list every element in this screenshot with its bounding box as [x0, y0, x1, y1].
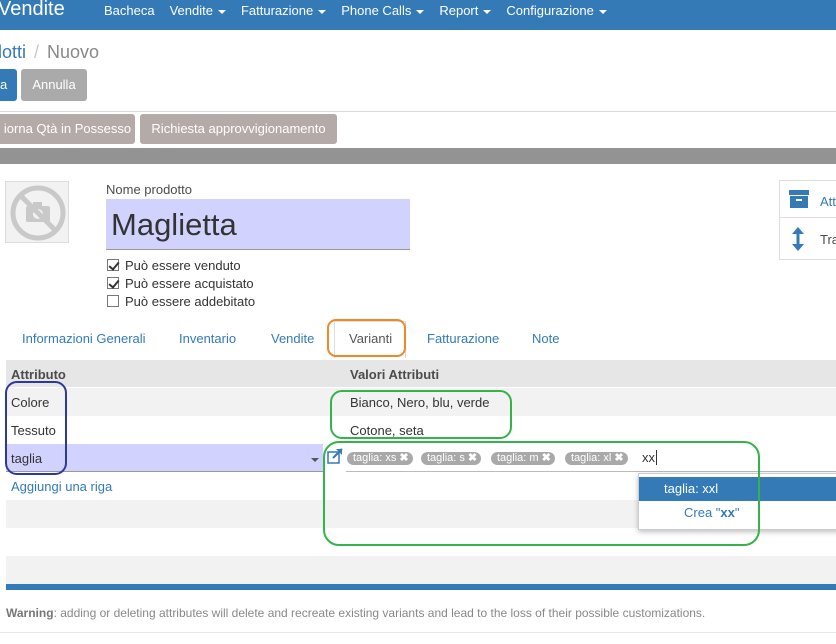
- tab-inventario[interactable]: Inventario: [179, 331, 236, 346]
- save-button[interactable]: a: [0, 69, 17, 101]
- column-header-values[interactable]: Valori Attributi: [350, 367, 439, 382]
- tab-fatturazione[interactable]: Fatturazione: [427, 331, 499, 346]
- smart-button-transfers[interactable]: Tra: [820, 232, 836, 247]
- checkbox-label: Può essere venduto: [125, 257, 241, 273]
- breadcrumb: lotti / Nuovo: [0, 40, 99, 64]
- can-be-purchased-checkbox[interactable]: Può essere acquistato: [107, 275, 254, 291]
- warning-message: Warning: adding or deleting attributes w…: [6, 606, 706, 620]
- tab-informazioni-generali[interactable]: Informazioni Generali: [22, 331, 146, 346]
- divider: [0, 111, 836, 112]
- checkbox-unchecked[interactable]: [107, 295, 119, 307]
- checkbox-checked[interactable]: [107, 259, 120, 271]
- menu-phone-calls[interactable]: Phone Calls: [341, 0, 425, 22]
- caret-down-icon: [483, 9, 492, 14]
- main-menu: Bacheca Vendite Fatturazione Phone Calls…: [104, 0, 622, 22]
- tab-note[interactable]: Note: [532, 331, 559, 346]
- menu-fatturazione[interactable]: Fatturazione: [241, 0, 327, 22]
- breadcrumb-current: Nuovo: [47, 42, 100, 62]
- caret-down-icon[interactable]: [311, 458, 319, 462]
- form-top-bar: [0, 148, 836, 164]
- breadcrumb-separator: /: [34, 42, 40, 62]
- procurement-request-button[interactable]: Richiesta approvvigionamento: [140, 114, 337, 144]
- smart-button-attachments[interactable]: Att: [820, 194, 836, 209]
- caret-down-icon: [416, 9, 425, 14]
- table-footer-bar: [6, 584, 836, 590]
- can-be-charged-checkbox[interactable]: Può essere addebitato: [107, 293, 255, 309]
- add-line-link[interactable]: Aggiungi una riga: [11, 479, 112, 494]
- column-header-attribute[interactable]: Attributo: [11, 367, 66, 382]
- caret-down-icon: [318, 9, 327, 14]
- no-camera-icon: [10, 185, 66, 241]
- product-name-label: Nome prodotto: [106, 182, 192, 197]
- highlight-varianti-tab: [327, 319, 406, 357]
- highlight-new-values: [323, 441, 760, 546]
- can-be-sold-checkbox[interactable]: Può essere venduto: [107, 257, 241, 273]
- menu-configurazione[interactable]: Configurazione: [506, 0, 607, 22]
- checkbox-label: Può essere acquistato: [125, 275, 254, 291]
- caret-down-icon: [598, 9, 607, 14]
- updown-arrow-icon: [790, 226, 806, 252]
- update-qty-button[interactable]: iorna Qtà in Possesso: [0, 114, 135, 144]
- app-title[interactable]: Vendite: [0, 0, 65, 22]
- divider: [0, 632, 836, 633]
- menu-bacheca[interactable]: Bacheca: [104, 0, 155, 22]
- archive-icon: [788, 188, 810, 210]
- breadcrumb-parent[interactable]: lotti: [0, 42, 26, 62]
- divider: [780, 217, 836, 218]
- highlight-existing-values: [330, 390, 512, 439]
- cancel-button[interactable]: Annulla: [21, 69, 87, 101]
- checkbox-label: Può essere addebitato: [125, 293, 256, 309]
- menu-report[interactable]: Report: [439, 0, 492, 22]
- empty-row: [6, 556, 836, 584]
- tab-vendite[interactable]: Vendite: [271, 331, 314, 346]
- product-image[interactable]: [5, 181, 69, 243]
- product-name-input[interactable]: Maglietta: [106, 199, 410, 250]
- menu-vendite[interactable]: Vendite: [170, 0, 226, 22]
- caret-down-icon: [217, 9, 226, 14]
- highlight-attributes: [5, 381, 67, 475]
- checkbox-checked[interactable]: [107, 277, 120, 289]
